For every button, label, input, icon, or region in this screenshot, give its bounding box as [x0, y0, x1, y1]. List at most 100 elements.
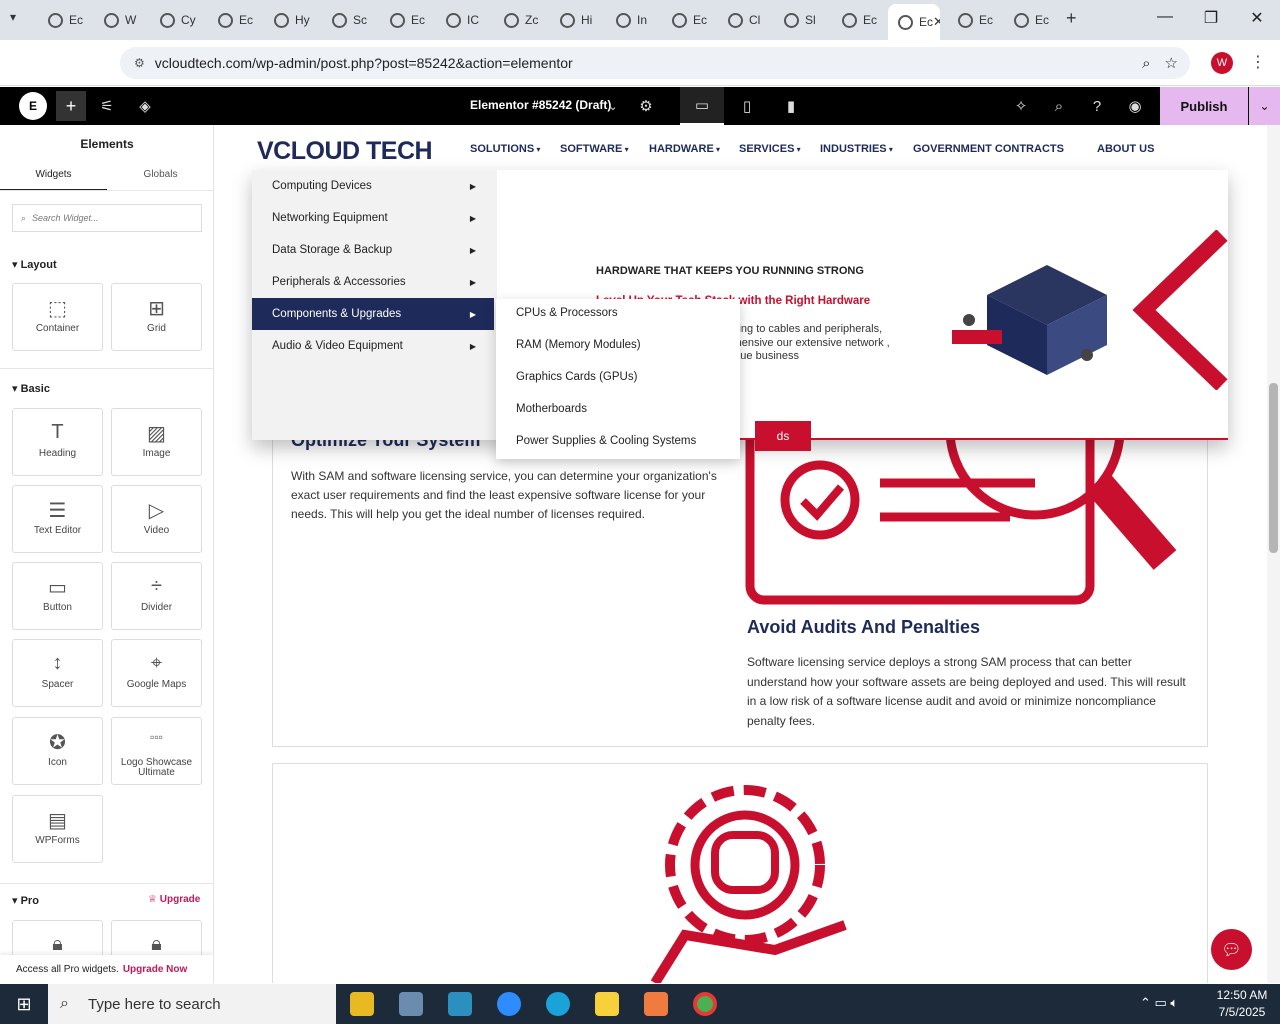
scrollbar-thumb[interactable] — [1269, 383, 1278, 553]
site-settings-icon[interactable]: ⚟ — [92, 87, 122, 125]
browser-tab[interactable]: Ec — [208, 6, 260, 34]
mega-menu-item[interactable]: Components & Upgrades ▶ — [252, 298, 494, 330]
tablet-view-icon[interactable]: ▯ — [734, 87, 760, 125]
structure-icon[interactable]: ◈ — [130, 87, 160, 125]
upgrade-now-link[interactable]: Upgrade Now — [123, 964, 187, 975]
mega-menu-item[interactable]: Data Storage & Backup ▶ — [252, 234, 494, 266]
zoom-app-icon[interactable] — [497, 992, 521, 1016]
browser-tab[interactable]: IC — [436, 6, 488, 34]
browser-tab[interactable]: Cl — [718, 6, 770, 34]
site-logo[interactable]: VCLOUD TECH — [257, 137, 433, 166]
section-layout[interactable]: ▾ Layout — [12, 258, 57, 271]
site-info-icon[interactable]: ⚙ — [134, 56, 145, 70]
site-nav-item[interactable]: SOLUTIONS ▾ — [470, 143, 540, 155]
file-explorer-icon[interactable] — [350, 992, 374, 1016]
pro-widget-locked[interactable]: 🔒︎ — [12, 920, 103, 960]
site-nav-item[interactable]: HARDWARE ▾ — [649, 143, 720, 155]
mega-menu-item[interactable]: Computing Devices ▶ — [252, 170, 494, 202]
mega-menu-item[interactable]: Networking Equipment ▶ — [252, 202, 494, 234]
promo-button[interactable]: ds — [755, 421, 811, 451]
mobile-view-icon[interactable]: ▮ — [778, 87, 804, 125]
app-icon[interactable] — [448, 992, 472, 1016]
taskbar-clock[interactable]: 12:50 AM 7/5/2025 — [1210, 987, 1274, 1021]
profile-avatar[interactable]: W — [1211, 52, 1233, 74]
elementor-logo-icon[interactable]: E — [19, 92, 47, 120]
browser-tab[interactable]: W — [94, 6, 146, 34]
widget-wpforms[interactable]: ▤ WPForms — [12, 795, 103, 863]
tab-widgets[interactable]: Widgets — [0, 169, 107, 191]
document-title[interactable]: Elementor #85242 (Draft) — [470, 98, 611, 112]
upgrade-link[interactable]: ♕ Upgrade — [148, 894, 200, 905]
site-nav-item[interactable]: SERVICES ▾ — [739, 143, 801, 155]
submenu-item[interactable]: RAM (Memory Modules) — [516, 339, 641, 351]
help-icon[interactable]: ? — [1084, 87, 1110, 125]
add-element-icon[interactable]: + — [56, 91, 86, 121]
widget-video[interactable]: ▷ Video — [111, 485, 202, 553]
section-pro[interactable]: ▾ Pro — [12, 894, 39, 907]
tab-search-icon[interactable]: ▾ — [10, 10, 16, 24]
browser-tab[interactable]: Ec — [38, 6, 90, 34]
widget-divider[interactable]: ÷ Divider — [111, 562, 202, 630]
submenu-item[interactable]: Motherboards — [516, 403, 587, 415]
canvas-scrollbar[interactable] — [1267, 125, 1280, 983]
site-nav-item[interactable]: GOVERNMENT CONTRACTS — [913, 143, 1064, 155]
zoom-icon[interactable]: ⌕ — [1142, 55, 1150, 72]
submenu-item[interactable]: CPUs & Processors — [516, 307, 618, 319]
tab-globals[interactable]: Globals — [107, 169, 213, 191]
restore-icon[interactable]: ❐ — [1196, 8, 1226, 28]
browser-tab[interactable]: Ec — [662, 6, 714, 34]
mega-menu-item[interactable]: Peripherals & Accessories ▶ — [252, 266, 494, 298]
pro-widget-locked[interactable]: 🔒︎ — [111, 920, 202, 960]
bookmark-star-icon[interactable]: ☆ — [1165, 54, 1178, 72]
site-nav-item[interactable]: SOFTWARE ▾ — [560, 143, 629, 155]
browser-tab[interactable]: Ec — [380, 6, 432, 34]
submenu-item[interactable]: Graphics Cards (GPUs) — [516, 371, 637, 383]
widget-button[interactable]: ▭ Button — [12, 562, 103, 630]
chrome-icon[interactable] — [693, 992, 717, 1016]
widget-heading[interactable]: T Heading — [12, 408, 103, 476]
sticky-notes-icon[interactable] — [595, 992, 619, 1016]
edge-icon[interactable] — [546, 992, 570, 1016]
browser-tab[interactable]: Hy — [264, 6, 316, 34]
browser-tab[interactable]: Ec — [832, 6, 884, 34]
xampp-icon[interactable] — [644, 992, 668, 1016]
chevron-down-icon[interactable]: ⌄ — [604, 87, 622, 125]
browser-tab[interactable]: Ec — [1004, 6, 1056, 34]
widget-text-editor[interactable]: ☰ Text Editor — [12, 485, 103, 553]
new-tab-button[interactable]: + — [1066, 8, 1077, 29]
preview-eye-icon[interactable]: ◉ — [1122, 87, 1148, 125]
browser-tab[interactable]: Hi — [550, 6, 602, 34]
widget-google-maps[interactable]: ⌖ Google Maps — [111, 639, 202, 707]
browser-tab[interactable]: Sl — [774, 6, 826, 34]
publish-button[interactable]: Publish — [1160, 87, 1248, 125]
section-basic[interactable]: ▾ Basic — [12, 382, 50, 395]
url-field[interactable]: ⚙ vcloudtech.com/wp-admin/post.php?post=… — [120, 47, 1190, 79]
system-tray[interactable]: ⌃ ▭ 🔈︎ — [1140, 995, 1178, 1011]
site-nav-item[interactable]: ABOUT US — [1097, 143, 1154, 155]
site-nav-item[interactable]: INDUSTRIES ▾ — [820, 143, 893, 155]
submenu-item[interactable]: Power Supplies & Cooling Systems — [516, 435, 696, 447]
integrations-icon[interactable]: ✧ — [1008, 87, 1034, 125]
finder-search-icon[interactable]: ⌕ — [1046, 87, 1072, 125]
app-icon[interactable] — [399, 992, 423, 1016]
widget-grid[interactable]: ⊞ Grid — [111, 283, 202, 351]
close-window-icon[interactable]: ✕ — [1242, 8, 1272, 28]
widget-icon[interactable]: ✪ Icon — [12, 717, 103, 785]
widget-image[interactable]: ▨ Image — [111, 408, 202, 476]
browser-menu-icon[interactable]: ⋮ — [1250, 52, 1266, 72]
browser-tab[interactable]: Cy — [150, 6, 202, 34]
page-settings-icon[interactable]: ⚙ — [634, 87, 658, 125]
browser-tab[interactable]: Ec ✕ — [888, 4, 940, 40]
minimize-icon[interactable]: — — [1150, 8, 1180, 26]
publish-options-icon[interactable]: ⌄ — [1249, 87, 1280, 125]
browser-tab[interactable]: Sc — [322, 6, 374, 34]
widget-spacer[interactable]: ↕ Spacer — [12, 639, 103, 707]
taskbar-search-input[interactable]: ⌕ Type here to search — [48, 984, 336, 1024]
browser-tab[interactable]: Zc — [494, 6, 546, 34]
mega-menu-item[interactable]: Audio & Video Equipment ▶ — [252, 330, 494, 362]
widget-logo-showcase[interactable]: ▫▫▫ Logo Showcase Ultimate — [111, 717, 202, 785]
browser-tab[interactable]: In — [606, 6, 658, 34]
widget-search-input[interactable]: ⌕ Search Widget... — [12, 204, 202, 232]
desktop-view-icon[interactable]: ▭ — [680, 87, 724, 125]
close-tab-icon[interactable]: ✕ — [933, 14, 940, 30]
